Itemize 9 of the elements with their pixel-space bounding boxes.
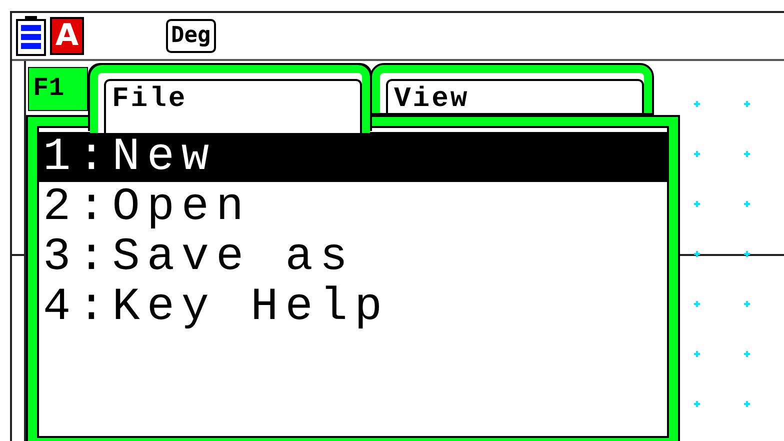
battery-icon	[16, 16, 46, 56]
menu-item[interactable]: 4:Key Help	[39, 282, 667, 332]
angle-unit-indicator: Deg	[166, 19, 216, 53]
function-key-label: F1	[28, 67, 88, 111]
input-mode-indicator: A	[50, 17, 84, 55]
menu-tab[interactable]: View	[372, 65, 652, 113]
menu-item[interactable]: 3:Save as	[39, 232, 667, 282]
menu-item[interactable]: 2:Open	[39, 182, 667, 232]
menu-item[interactable]: 1:New	[39, 132, 667, 182]
